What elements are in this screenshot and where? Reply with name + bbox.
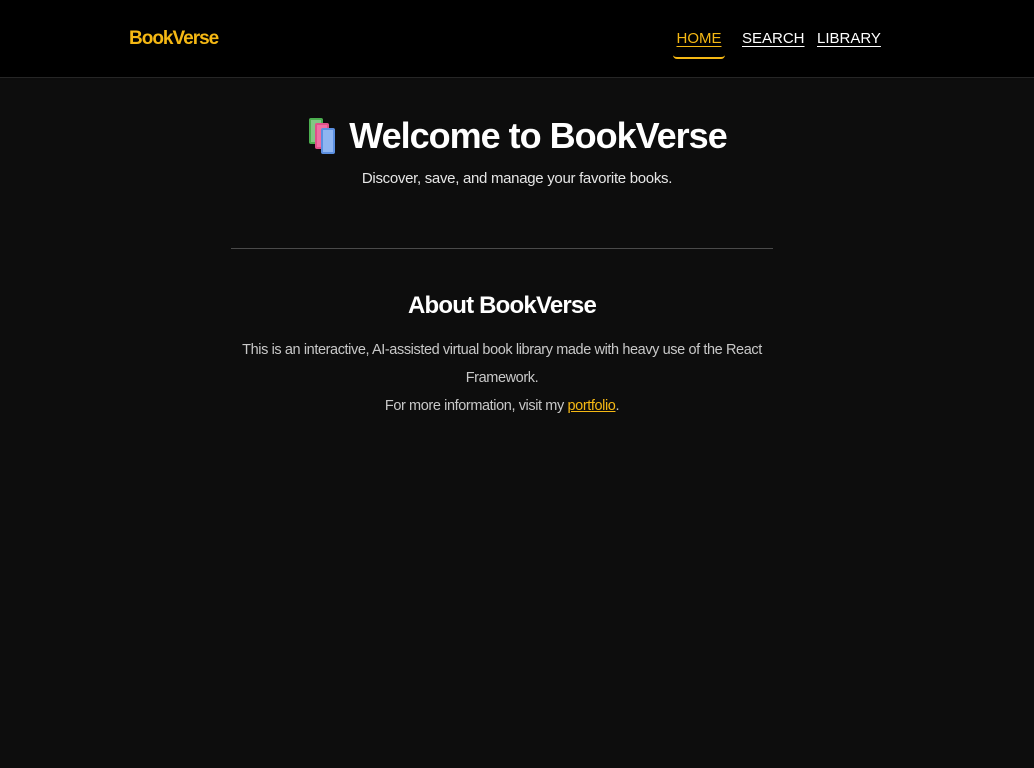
about-text: This is an interactive, AI-assisted virt… <box>231 336 773 420</box>
nav-link-search[interactable]: SEARCH <box>742 26 805 59</box>
hero-section: Welcome to BookVerse Discover, save, and… <box>0 108 1034 187</box>
about-description: This is an interactive, AI-assisted virt… <box>242 342 762 386</box>
about-section: About BookVerse This is an interactive, … <box>231 288 773 420</box>
more-info-suffix: . <box>615 398 620 414</box>
about-title: About BookVerse <box>407 292 597 319</box>
nav-links: HOME SEARCH LIBRARY <box>0 26 1034 62</box>
hero-subtitle: Discover, save, and manage your favorite… <box>361 170 673 187</box>
more-info-prefix: For more information, visit my <box>384 398 564 414</box>
portfolio-link[interactable]: portfolio <box>567 398 615 414</box>
books-icon <box>309 118 336 154</box>
hero-title: Welcome to BookVerse <box>349 115 727 156</box>
nav-link-library[interactable]: LIBRARY <box>817 26 881 59</box>
nav-link-home[interactable]: HOME <box>673 26 725 59</box>
hero-heading: Welcome to BookVerse <box>307 108 728 164</box>
section-divider <box>231 248 773 249</box>
navbar: BookVerse HOME SEARCH LIBRARY <box>0 0 1034 78</box>
